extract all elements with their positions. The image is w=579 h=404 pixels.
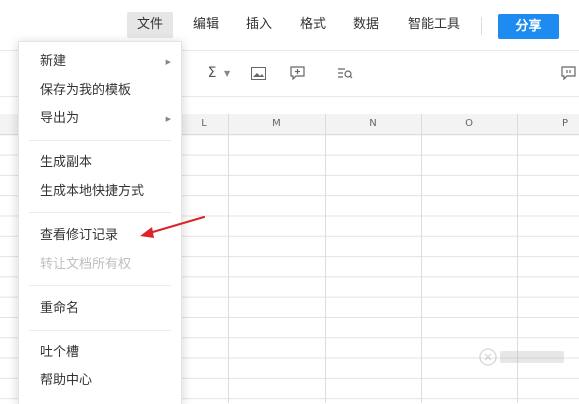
menu-separator [29, 330, 171, 331]
menu-item-export[interactable]: 导出为 ▶ [19, 105, 181, 133]
menu-item-feedback[interactable]: 吐个槽 [19, 339, 181, 367]
share-button[interactable]: 分享 [498, 14, 559, 39]
menu-item-label: 转让文档所有权 [40, 257, 132, 272]
menu-edit[interactable]: 编辑 [183, 12, 229, 38]
image-icon[interactable] [248, 63, 268, 83]
column-divider [228, 114, 229, 403]
menu-smart-tools[interactable]: 智能工具 [398, 12, 470, 38]
menu-separator [29, 285, 171, 286]
submenu-arrow-icon: ▶ [165, 115, 171, 123]
menu-item-label: 保存为我的模板 [40, 83, 132, 98]
menu-format[interactable]: 格式 [290, 12, 336, 38]
menu-item-help-center[interactable]: 帮助中心 [19, 367, 181, 395]
menu-separator [29, 140, 171, 141]
menu-item-create-shortcut[interactable]: 生成本地快捷方式 [19, 178, 181, 206]
menu-item-rename[interactable]: 重命名 [19, 295, 181, 323]
watermark-logo-icon [479, 348, 564, 366]
column-header-p[interactable]: P [517, 114, 579, 134]
menu-item-label: 新建 [40, 54, 67, 69]
menu-item-label: 帮助中心 [40, 373, 93, 388]
menu-item-label: 重命名 [40, 301, 80, 316]
menu-divider [481, 17, 482, 35]
column-header-o[interactable]: O [421, 114, 517, 134]
chevron-down-icon[interactable]: ▼ [224, 69, 230, 78]
column-divider [325, 114, 326, 403]
menu-item-save-template[interactable]: 保存为我的模板 [19, 77, 181, 105]
menu-item-label: 生成本地快捷方式 [40, 184, 145, 199]
menu-file[interactable]: 文件 [127, 12, 174, 38]
menu-item-label: 导出为 [40, 111, 80, 126]
find-icon[interactable] [335, 63, 355, 83]
column-header-n[interactable]: N [325, 114, 421, 134]
submenu-arrow-icon: ▶ [165, 58, 171, 66]
menu-item-label: 查看修订记录 [40, 228, 119, 243]
annotation-arrow-icon [140, 215, 206, 238]
sum-glyph: Σ [207, 65, 217, 81]
column-header-l[interactable]: L [180, 114, 228, 134]
menu-insert[interactable]: 插入 [236, 12, 282, 38]
menu-item-new[interactable]: 新建 ▶ [19, 48, 181, 76]
sum-icon[interactable]: Σ ▼ [202, 63, 231, 83]
menu-item-transfer-ownership: 转让文档所有权 [19, 251, 181, 279]
menu-item-label: 生成副本 [40, 155, 93, 170]
menu-item-label: 吐个槽 [40, 345, 80, 360]
column-header-m[interactable]: M [228, 114, 325, 134]
comment-add-icon[interactable] [287, 63, 307, 83]
menu-data[interactable]: 数据 [343, 12, 389, 38]
comment-icon[interactable] [558, 63, 578, 83]
column-divider [421, 114, 422, 403]
menu-item-make-copy[interactable]: 生成副本 [19, 149, 181, 177]
